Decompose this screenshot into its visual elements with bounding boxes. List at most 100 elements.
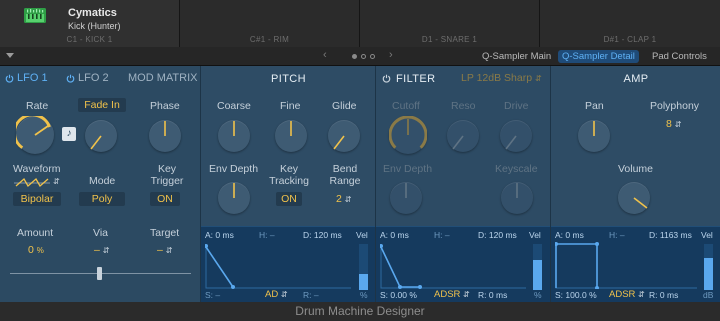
target-label: Target bbox=[150, 227, 180, 239]
pitch-envelope[interactable]: A: 0 ms H: – D: 120 ms Vel S: – AD ⇵ R: … bbox=[201, 226, 376, 302]
mode-selector[interactable]: Poly bbox=[79, 192, 125, 206]
pan-knob[interactable] bbox=[578, 120, 610, 152]
pad-rim[interactable]: C#1 - RIM bbox=[180, 0, 360, 47]
key-tracking-button[interactable]: ON bbox=[276, 192, 302, 206]
via-label: Via bbox=[93, 227, 108, 239]
filter-section: FILTER LP 12dB Sharp ⇵ Cutoff Reso Drive… bbox=[375, 66, 551, 302]
pad-snare-1[interactable]: D1 - SNARE 1 bbox=[360, 0, 540, 47]
filter-type-selector[interactable]: LP 12dB Sharp ⇵ bbox=[461, 72, 542, 84]
key-trigger-button[interactable]: ON bbox=[150, 192, 180, 206]
mode-label: Mode bbox=[89, 175, 116, 187]
filter-env-depth-knob[interactable] bbox=[390, 182, 422, 214]
pad-clap-1[interactable]: D#1 - CLAP 1 bbox=[540, 0, 720, 47]
filter-velocity-bar[interactable] bbox=[533, 244, 542, 290]
coarse-label: Coarse bbox=[217, 100, 251, 112]
volume-knob[interactable] bbox=[618, 182, 650, 214]
page-dot[interactable] bbox=[361, 54, 366, 59]
pitch-env-depth-knob[interactable] bbox=[218, 182, 250, 214]
lfo-section: LFO 1 LFO 2 MOD MATRIX Rate Fade In Phas… bbox=[0, 66, 200, 302]
bend-range-selector[interactable]: 2 ⇵ bbox=[336, 193, 351, 205]
collapse-triangle-icon[interactable] bbox=[6, 53, 14, 58]
rate-knob[interactable] bbox=[16, 116, 54, 154]
reso-label: Reso bbox=[451, 100, 476, 112]
waveform-shape-icon bbox=[14, 177, 50, 188]
pad-note-label: D#1 - CLAP 1 bbox=[603, 35, 657, 44]
rate-label: Rate bbox=[26, 100, 49, 112]
filter-title: FILTER bbox=[396, 73, 436, 85]
bipolar-button[interactable]: Bipolar bbox=[13, 192, 61, 206]
pitch-envelope-curve bbox=[205, 244, 351, 289]
cutoff-label: Cutoff bbox=[392, 100, 420, 112]
env-depth-label: Env Depth bbox=[209, 163, 259, 175]
drive-knob[interactable] bbox=[500, 120, 532, 152]
amp-title: AMP bbox=[623, 73, 649, 85]
stepper-icon: ⇵ bbox=[53, 177, 60, 186]
amp-velocity-bar[interactable] bbox=[704, 244, 713, 290]
tab-mod-matrix[interactable]: MOD MATRIX bbox=[128, 72, 197, 84]
amount-slider-handle[interactable] bbox=[97, 267, 102, 280]
reso-knob[interactable] bbox=[447, 120, 479, 152]
key-tracking-label: Key Tracking bbox=[269, 163, 309, 187]
filter-envelope-curve bbox=[380, 244, 526, 289]
cutoff-knob[interactable] bbox=[389, 116, 427, 154]
lfo1-power-icon[interactable] bbox=[5, 74, 14, 83]
nav-next-button[interactable]: › bbox=[389, 49, 393, 61]
filter-power-icon[interactable] bbox=[382, 74, 391, 83]
pad-note-label: C#1 - RIM bbox=[249, 35, 290, 44]
fade-in-button[interactable]: Fade In bbox=[78, 98, 126, 112]
nav-previous-button[interactable]: ‹ bbox=[323, 49, 327, 61]
detail-panel: LFO 1 LFO 2 MOD MATRIX Rate Fade In Phas… bbox=[0, 66, 720, 302]
keyboard-icon bbox=[24, 8, 46, 23]
drive-label: Drive bbox=[504, 100, 529, 112]
phase-label: Phase bbox=[150, 100, 180, 112]
fine-knob[interactable] bbox=[275, 120, 307, 152]
pad-note-label: D1 - SNARE 1 bbox=[421, 35, 478, 44]
pad-note-label: C1 - KICK 1 bbox=[66, 35, 113, 44]
fine-label: Fine bbox=[280, 100, 301, 112]
page-dot[interactable] bbox=[370, 54, 375, 59]
tab-qsampler-main[interactable]: Q-Sampler Main bbox=[478, 50, 555, 63]
volume-label: Volume bbox=[618, 163, 654, 175]
amp-env-mode[interactable]: ADSR ⇵ bbox=[609, 289, 645, 300]
waveform-selector[interactable]: ⇵ bbox=[14, 176, 64, 190]
filter-env-depth-label: Env Depth bbox=[383, 163, 433, 175]
filter-env-mode[interactable]: ADSR ⇵ bbox=[434, 289, 470, 300]
polyphony-selector[interactable]: 8 ⇵ bbox=[666, 118, 681, 130]
amount-value[interactable]: 0 % bbox=[28, 244, 44, 256]
glide-label: Glide bbox=[332, 100, 357, 112]
pad-kit-name: Cymatics bbox=[68, 7, 117, 19]
pitch-title: PITCH bbox=[271, 73, 306, 85]
target-selector[interactable]: – ⇵ bbox=[157, 244, 172, 256]
fade-in-knob[interactable] bbox=[85, 120, 117, 152]
pitch-velocity-bar[interactable] bbox=[359, 244, 368, 290]
keyscale-knob[interactable] bbox=[501, 182, 533, 214]
via-selector[interactable]: – ⇵ bbox=[94, 244, 109, 256]
glide-knob[interactable] bbox=[328, 120, 360, 152]
window-title: Drum Machine Designer bbox=[0, 302, 720, 321]
pitch-section: PITCH Coarse Fine Glide Env Depth Key Tr… bbox=[200, 66, 376, 302]
pan-label: Pan bbox=[585, 100, 604, 112]
tab-lfo-1[interactable]: LFO 1 bbox=[17, 72, 48, 84]
waveform-label: Waveform bbox=[13, 163, 61, 175]
key-trigger-label: Key Trigger bbox=[150, 163, 184, 187]
note-sync-icon[interactable]: ♪ bbox=[62, 127, 76, 141]
keyscale-label: Keyscale bbox=[495, 163, 538, 175]
pad-instrument-name: Kick (Hunter) bbox=[68, 21, 121, 31]
page-dot[interactable] bbox=[352, 54, 357, 59]
pitch-env-mode[interactable]: AD ⇵ bbox=[265, 289, 288, 300]
tab-lfo-2[interactable]: LFO 2 bbox=[78, 72, 109, 84]
pad-kick-1[interactable]: Cymatics Kick (Hunter) C1 - KICK 1 bbox=[0, 0, 180, 47]
lfo2-power-icon[interactable] bbox=[66, 74, 75, 83]
amp-envelope-curve bbox=[555, 242, 697, 289]
filter-envelope[interactable]: A: 0 ms H: – D: 120 ms Vel S: 0.00 % ADS… bbox=[376, 226, 551, 302]
tab-qsampler-detail[interactable]: Q-Sampler Detail bbox=[558, 50, 639, 63]
coarse-knob[interactable] bbox=[218, 120, 250, 152]
tab-bar: ‹ › Q-Sampler Main Q-Sampler Detail Pad … bbox=[0, 47, 720, 66]
page-dots bbox=[352, 54, 375, 59]
phase-knob[interactable] bbox=[149, 120, 181, 152]
polyphony-label: Polyphony bbox=[650, 100, 700, 112]
amp-envelope[interactable]: A: 0 ms H: – D: 1163 ms Vel S: 100.0 % A… bbox=[551, 226, 720, 302]
tab-pad-controls[interactable]: Pad Controls bbox=[648, 50, 711, 63]
amp-section: AMP Pan Polyphony 8 ⇵ Volume A: 0 ms H: … bbox=[550, 66, 720, 302]
pad-strip: Cymatics Kick (Hunter) C1 - KICK 1 C#1 -… bbox=[0, 0, 720, 47]
